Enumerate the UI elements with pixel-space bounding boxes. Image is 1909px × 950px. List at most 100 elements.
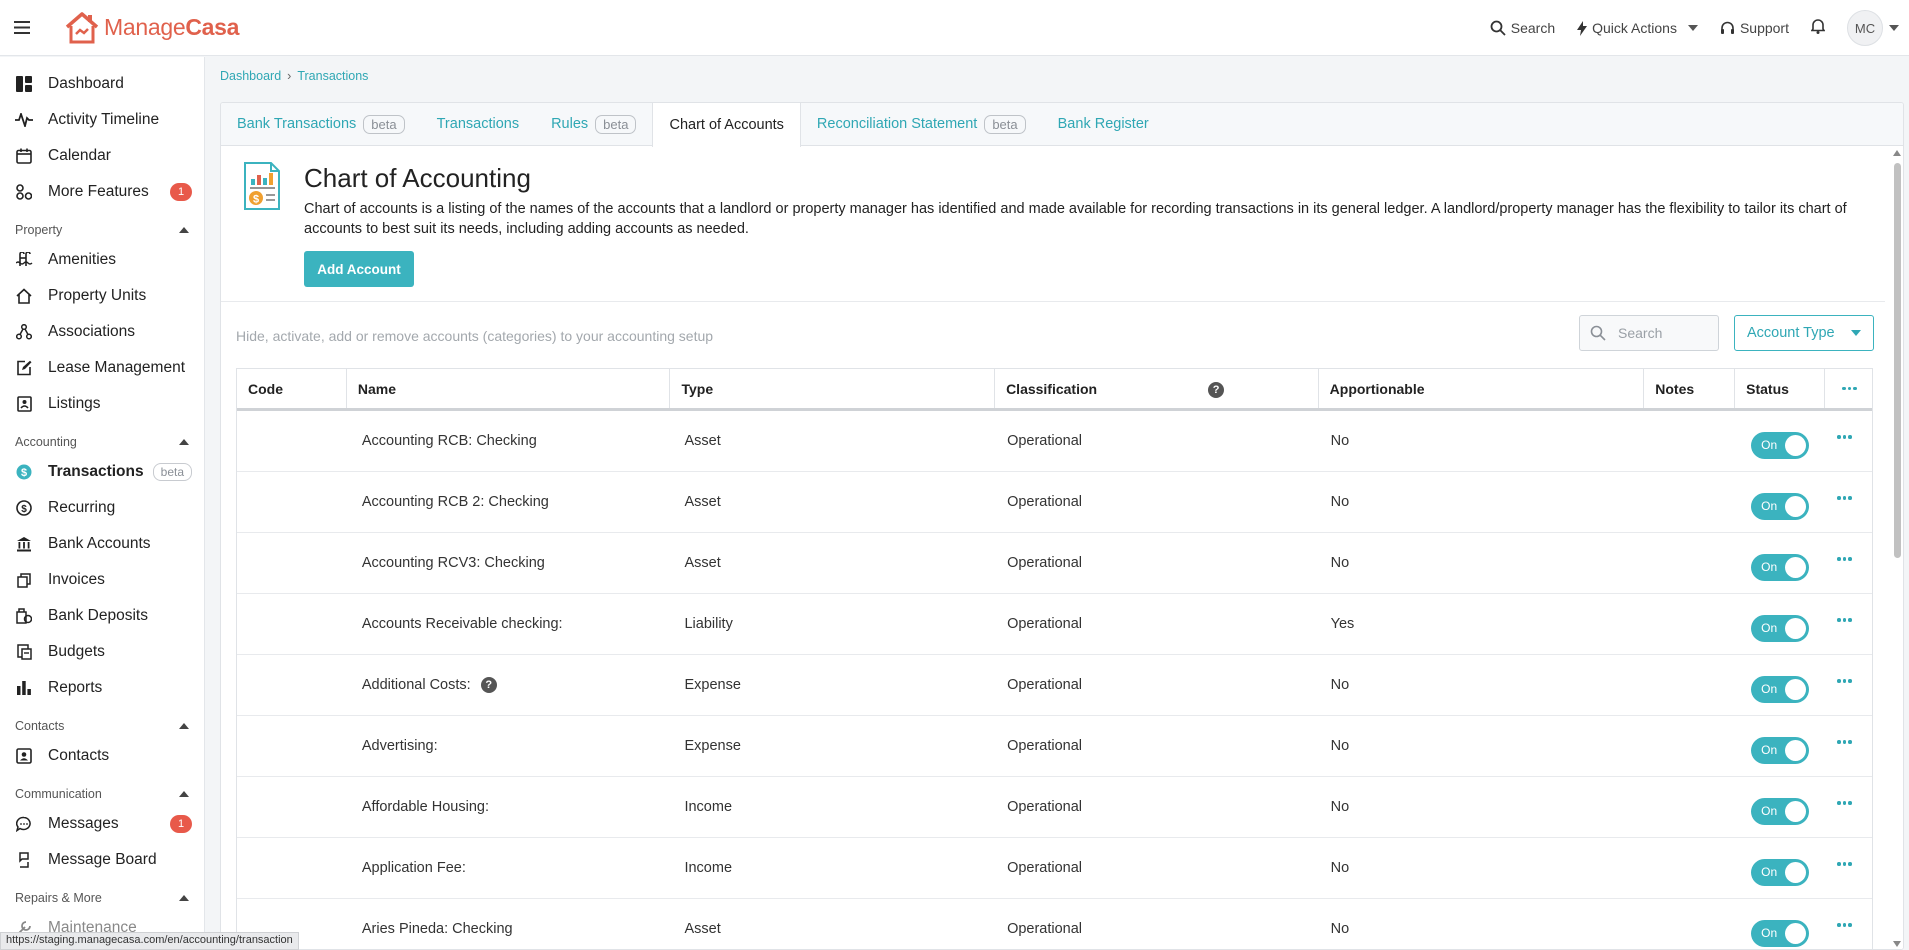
sidebar-item-calendar[interactable]: Calendar xyxy=(0,138,204,174)
help-icon[interactable]: ? xyxy=(1208,382,1225,398)
tab-rules[interactable]: Rules beta xyxy=(535,103,652,145)
breadcrumb-transactions[interactable]: Transactions xyxy=(297,69,368,83)
more-options-icon[interactable] xyxy=(1837,435,1852,439)
section-repairs[interactable]: Repairs & More xyxy=(0,886,204,910)
table-row[interactable]: Accounts Receivable checking: Liability Op… xyxy=(237,594,1872,655)
column-status[interactable]: Status xyxy=(1735,369,1826,408)
more-options-icon[interactable] xyxy=(1837,679,1852,683)
column-name[interactable]: Name xyxy=(347,369,671,408)
more-options-icon[interactable] xyxy=(1837,496,1852,500)
tab-transactions[interactable]: Transactions xyxy=(421,103,535,145)
avatar-chevron-down-icon[interactable] xyxy=(1889,25,1899,31)
table-row[interactable]: Application Fee: Income Operational No On xyxy=(237,838,1872,899)
sidebar-item-bank-accounts[interactable]: Bank Accounts xyxy=(0,526,204,562)
status-toggle[interactable]: On xyxy=(1751,919,1810,947)
sidebar-item-reports[interactable]: Reports xyxy=(0,670,204,706)
status-toggle[interactable]: On xyxy=(1751,492,1810,520)
sidebar-item-activity-timeline[interactable]: Activity Timeline xyxy=(0,102,204,138)
scrollbar-thumb[interactable] xyxy=(1894,163,1901,558)
account-name: Application Fee: xyxy=(361,860,466,876)
more-options-icon[interactable] xyxy=(1842,386,1857,391)
search-input[interactable]: Search xyxy=(1579,315,1719,351)
section-property[interactable]: Property xyxy=(0,218,204,242)
sidebar-item-dashboard[interactable]: Dashboard xyxy=(0,66,204,102)
sidebar-item-contacts[interactable]: Contacts xyxy=(0,738,204,774)
sidebar-item-budgets[interactable]: Budgets xyxy=(0,634,204,670)
table-row[interactable]: Affordable Housing: Income Operational No On xyxy=(237,777,1872,838)
status-toggle[interactable]: On xyxy=(1751,675,1810,703)
sidebar-item-bank-deposits[interactable]: Bank Deposits xyxy=(0,598,204,634)
sidebar-item-amenities[interactable]: Amenities xyxy=(0,242,204,278)
status-url: https://staging.managecasa.com/en/accoun… xyxy=(0,932,299,950)
tab-chart-of-accounts[interactable]: Chart of Accounts xyxy=(652,103,801,147)
sidebar-item-transactions[interactable]: $ Transactions beta xyxy=(0,454,204,490)
cell-type: Income xyxy=(684,860,733,876)
table-row[interactable]: Accounting RCB: Checking Asset Operational… xyxy=(237,411,1872,472)
table-row[interactable]: Accounting RCV3: Checking Asset Operationa… xyxy=(237,533,1872,594)
column-classification[interactable]: Classification ? xyxy=(995,369,1319,408)
column-apportionable[interactable]: Apportionable xyxy=(1319,369,1645,408)
account-type-dropdown[interactable]: Account Type xyxy=(1734,315,1874,351)
sidebar: Dashboard Activity Timeline Calendar Mor… xyxy=(0,57,205,950)
more-options-icon[interactable] xyxy=(1837,923,1852,927)
add-account-button[interactable]: Add Account xyxy=(304,251,414,287)
scroll-up-icon[interactable] xyxy=(1893,150,1901,156)
page-title: Chart of Accounting xyxy=(304,163,531,193)
svg-text:$: $ xyxy=(21,504,27,515)
support-button[interactable]: Support xyxy=(1720,20,1789,36)
table-row[interactable]: Additional Costs:? Expense Operational No On xyxy=(237,655,1872,716)
sidebar-item-property-units[interactable]: Property Units xyxy=(0,278,204,314)
more-options-icon[interactable] xyxy=(1837,618,1852,622)
column-notes[interactable]: Notes xyxy=(1644,369,1736,408)
cell-apportionable: No xyxy=(1330,555,1350,571)
hamburger-menu-icon[interactable] xyxy=(0,0,44,56)
sidebar-item-invoices[interactable]: Invoices xyxy=(0,562,204,598)
sidebar-item-associations[interactable]: Associations xyxy=(0,314,204,350)
column-options[interactable] xyxy=(1825,369,1872,408)
table-row[interactable]: Aries Pineda: Checking Asset Operational No… xyxy=(237,899,1872,949)
sidebar-item-recurring[interactable]: $ Recurring xyxy=(0,490,204,526)
tab-bank-register[interactable]: Bank Register xyxy=(1042,103,1165,145)
bell-icon[interactable] xyxy=(1810,18,1826,38)
tab-bank-transactions[interactable]: Bank Transactions beta xyxy=(221,103,421,145)
cell-classification: Operational xyxy=(1007,433,1083,449)
column-type[interactable]: Type xyxy=(670,369,996,408)
avatar[interactable]: MC xyxy=(1847,10,1883,46)
table-row[interactable]: Advertising: Expense Operational No On xyxy=(237,716,1872,777)
tab-reconciliation-statement[interactable]: Reconciliation Statement beta xyxy=(801,103,1042,145)
status-toggle[interactable]: On xyxy=(1751,858,1810,886)
sidebar-item-lease-management[interactable]: Lease Management xyxy=(0,350,204,386)
more-options-icon[interactable] xyxy=(1837,801,1852,805)
managecasa-logo[interactable]: ManageCasa xyxy=(64,11,239,44)
sidebar-item-label: Lease Management xyxy=(48,359,186,376)
more-options-icon[interactable] xyxy=(1837,557,1852,561)
section-communication[interactable]: Communication xyxy=(0,782,204,806)
sidebar-item-listings[interactable]: Listings xyxy=(0,386,204,422)
column-code[interactable]: Code xyxy=(237,369,347,408)
quick-actions-dropdown[interactable]: Quick Actions xyxy=(1577,20,1698,36)
status-toggle[interactable]: On xyxy=(1751,614,1810,642)
breadcrumb-dashboard[interactable]: Dashboard xyxy=(220,69,281,83)
table-row[interactable]: Accounting RCB 2: Checking Asset Operation… xyxy=(237,472,1872,533)
status-toggle[interactable]: On xyxy=(1751,431,1810,459)
sidebar-item-more-features[interactable]: More Features 1 xyxy=(0,174,204,210)
cell-apportionable: No xyxy=(1330,921,1350,937)
sidebar-item-label: Invoices xyxy=(48,571,105,588)
status-toggle[interactable]: On xyxy=(1751,553,1810,581)
section-accounting[interactable]: Accounting xyxy=(0,430,204,454)
more-options-icon[interactable] xyxy=(1837,862,1852,866)
section-contacts[interactable]: Contacts xyxy=(0,714,204,738)
associations-icon xyxy=(15,323,33,341)
cell-classification: Operational xyxy=(1007,860,1083,876)
notification-badge: 1 xyxy=(170,815,192,833)
search-button[interactable]: Search xyxy=(1490,20,1555,36)
sidebar-item-message-board[interactable]: Message Board xyxy=(0,842,204,878)
beta-badge: beta xyxy=(984,114,1026,134)
sidebar-item-messages[interactable]: Messages 1 xyxy=(0,806,204,842)
help-icon[interactable]: ? xyxy=(480,677,497,693)
status-toggle[interactable]: On xyxy=(1751,736,1810,764)
more-options-icon[interactable] xyxy=(1837,740,1852,744)
scroll-down-icon[interactable] xyxy=(1893,941,1901,947)
status-toggle[interactable]: On xyxy=(1751,797,1810,825)
scrollbar[interactable] xyxy=(1890,147,1903,949)
